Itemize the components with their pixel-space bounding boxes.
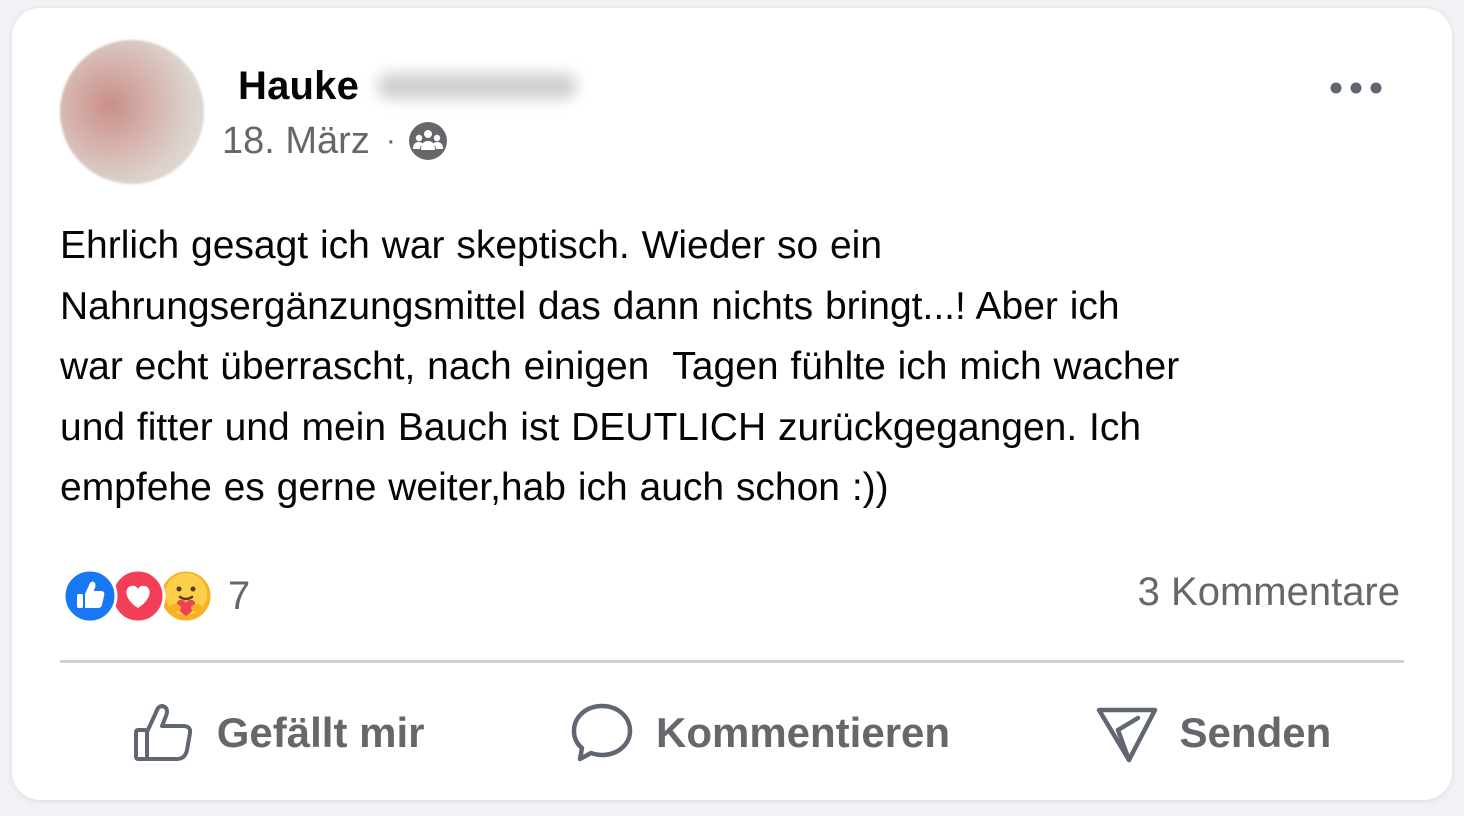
comment-button-label: Kommentieren: [655, 709, 951, 756]
send-button-label: Senden: [1179, 709, 1332, 756]
more-dots-icon: [1330, 82, 1382, 94]
like-icon: [62, 568, 118, 624]
care-icon: [158, 568, 214, 624]
send-icon: [1096, 707, 1157, 763]
like-button[interactable]: Gefällt mir: [133, 702, 425, 764]
reactions-summary[interactable]: 7: [62, 566, 250, 626]
author-row: Hauke: [238, 60, 578, 112]
thumbs-up-icon: [133, 704, 192, 761]
love-icon: [110, 568, 166, 624]
post-card: Hauke 18. März · Ehrlich gesagt ich war …: [12, 8, 1452, 800]
like-button-label: Gefällt mir: [216, 709, 425, 756]
send-button[interactable]: Senden: [1096, 702, 1332, 764]
author-surname-blurred: [377, 73, 578, 99]
author-avatar[interactable]: [60, 40, 204, 184]
comment-bubble-icon: [571, 703, 633, 762]
comment-count-link[interactable]: 3 Kommentare: [1138, 570, 1400, 615]
post-meta: 18. März ·: [222, 116, 448, 166]
author-name[interactable]: Hauke: [238, 64, 359, 109]
actions-divider: [60, 660, 1404, 663]
reaction-count: 7: [228, 573, 251, 618]
post-actions-bar: Gefällt mir Kommentieren Senden: [60, 698, 1404, 768]
more-options-button[interactable]: [1324, 70, 1388, 106]
comment-button[interactable]: Kommentieren: [570, 702, 950, 764]
post-date[interactable]: 18. März: [222, 120, 370, 163]
meta-separator: ·: [385, 124, 396, 157]
friends-group-icon[interactable]: [408, 121, 448, 161]
post-text: Ehrlich gesagt ich war skeptisch. Wieder…: [60, 224, 1180, 509]
